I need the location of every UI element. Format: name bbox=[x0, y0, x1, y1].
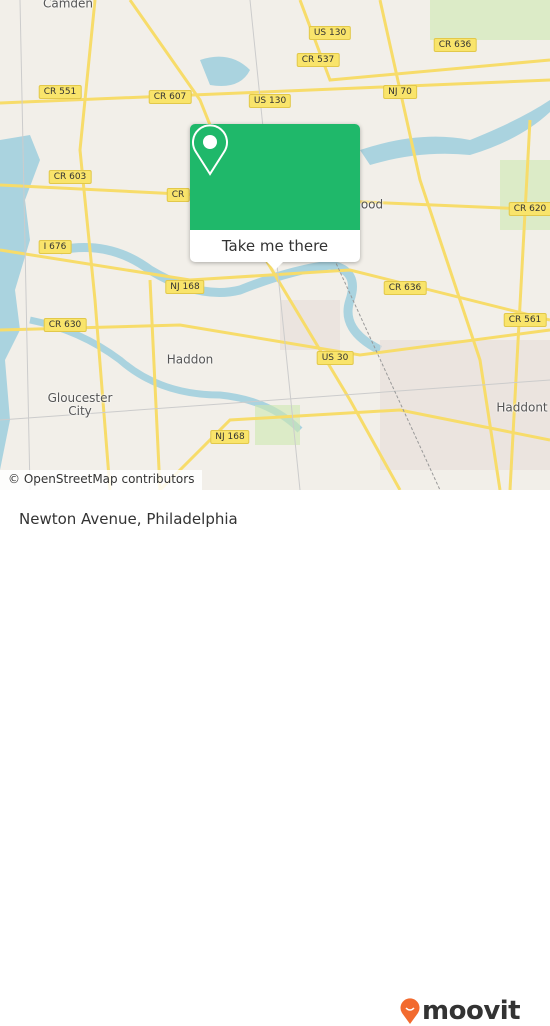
route-shield: I 676 bbox=[38, 240, 72, 254]
river bbox=[360, 100, 550, 165]
take-me-there-button[interactable]: Take me there bbox=[190, 230, 360, 262]
map[interactable]: CR 537 US 130 CR 636 CR 551 CR 607 US 13… bbox=[0, 0, 550, 490]
route-shield: CR 636 bbox=[433, 38, 477, 52]
location-title: Newton Avenue, Philadelphia bbox=[19, 510, 238, 528]
route-shield: CR 603 bbox=[48, 170, 92, 184]
place-label: ood bbox=[360, 197, 384, 212]
moovit-pin-icon bbox=[400, 998, 420, 1024]
route-shield: CR 607 bbox=[148, 90, 192, 104]
destination-popup: Take me there bbox=[190, 124, 360, 270]
place-label: Haddon bbox=[166, 352, 214, 367]
route-shield: CR 561 bbox=[503, 313, 547, 327]
route-shield: NJ 168 bbox=[210, 430, 250, 444]
route-shield: CR bbox=[166, 188, 190, 202]
popup-pointer bbox=[267, 262, 283, 270]
route-shield: CR 551 bbox=[38, 85, 82, 99]
lake bbox=[200, 56, 250, 86]
place-label: Gloucester City bbox=[47, 391, 113, 418]
location-pin-icon bbox=[192, 124, 228, 176]
popup-header bbox=[190, 124, 360, 230]
route-shield: CR 636 bbox=[383, 281, 427, 295]
osm-attribution[interactable]: © OpenStreetMap contributors bbox=[0, 470, 203, 490]
place-label: Haddont bbox=[496, 400, 548, 415]
route-shield: CR 537 bbox=[296, 53, 340, 67]
moovit-wordmark: moovit bbox=[422, 996, 521, 1026]
route-shield: US 130 bbox=[248, 94, 292, 108]
route-shield: CR 620 bbox=[508, 202, 550, 216]
place-label: Camden bbox=[42, 0, 94, 11]
route-shield: CR 630 bbox=[43, 318, 87, 332]
route-shield: NJ 168 bbox=[165, 280, 205, 294]
route-shield: US 30 bbox=[316, 351, 354, 365]
route-shield: US 130 bbox=[308, 26, 352, 40]
route-shield: NJ 70 bbox=[383, 85, 417, 99]
moovit-logo[interactable]: moovit bbox=[400, 996, 521, 1026]
footer: Newton Avenue, Philadelphia moovit bbox=[0, 490, 550, 1026]
